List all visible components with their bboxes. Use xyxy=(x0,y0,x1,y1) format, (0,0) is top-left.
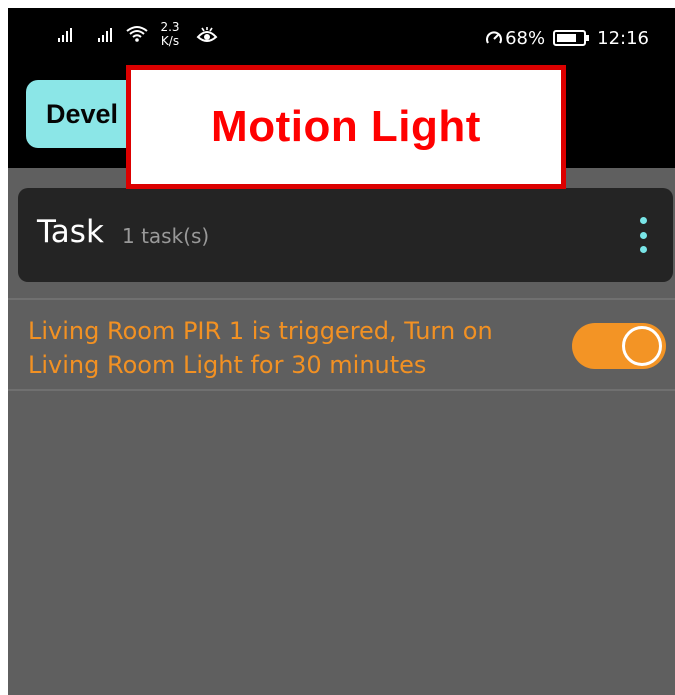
task-count: 1 task(s) xyxy=(122,224,210,248)
task-rule-text: Living Room PIR 1 is triggered, Turn on … xyxy=(28,317,493,379)
network-speed-value: 2.3 xyxy=(160,20,180,34)
task-title: Task xyxy=(37,214,104,250)
toggle-knob xyxy=(622,326,662,366)
phone-screen: 2.3 K/s 68% 12:16 Devel Motion Light Tas… xyxy=(8,8,675,695)
clock-time: 12:16 xyxy=(597,27,649,49)
annotation-callout: Motion Light xyxy=(126,65,566,189)
wifi-icon xyxy=(126,26,148,42)
status-right-group: 68% 12:16 xyxy=(485,26,649,50)
eye-icon xyxy=(196,27,218,42)
signal-strength-icon xyxy=(98,28,116,42)
network-speed: 2.3 K/s xyxy=(154,20,186,54)
annotation-callout-text: Motion Light xyxy=(211,102,481,151)
battery-percent: 68% xyxy=(505,27,546,49)
rule-enabled-toggle[interactable] xyxy=(572,323,666,369)
more-vertical-icon[interactable] xyxy=(637,217,649,253)
task-card[interactable]: Task 1 task(s) xyxy=(18,188,673,282)
speedometer-icon xyxy=(486,31,503,44)
battery-icon xyxy=(553,30,590,46)
status-bar: 2.3 K/s 68% 12:16 xyxy=(8,8,675,72)
task-rule-row[interactable]: Living Room PIR 1 is triggered, Turn on … xyxy=(8,298,675,391)
network-speed-unit: K/s xyxy=(160,34,180,48)
signal-strength-icon xyxy=(58,28,76,42)
